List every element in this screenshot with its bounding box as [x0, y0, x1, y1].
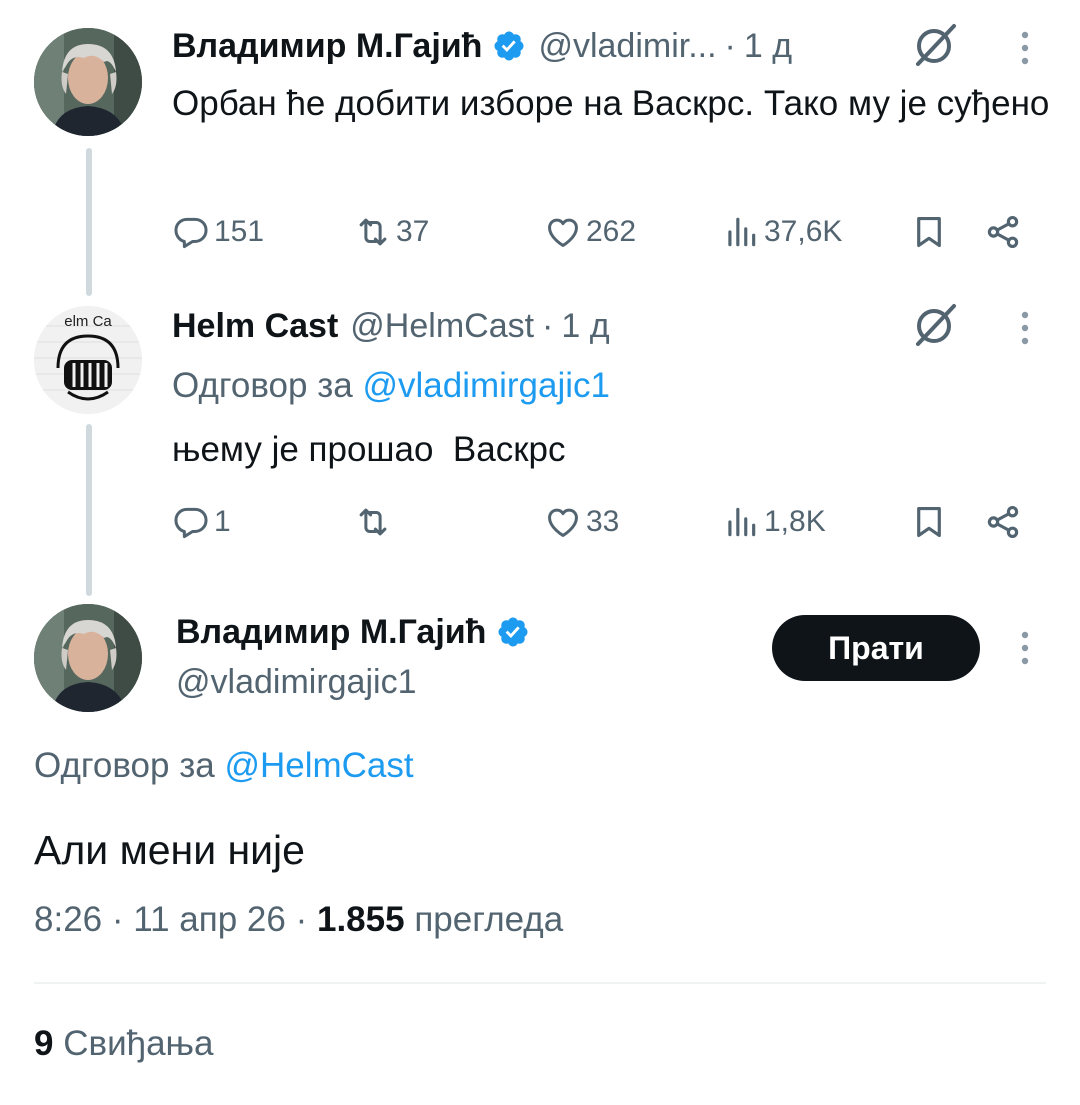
more-options-icon[interactable] — [1018, 308, 1032, 348]
reply-mention-link[interactable]: @HelmCast — [224, 746, 413, 785]
author-name[interactable]: Helm Cast — [172, 307, 338, 346]
author-handle[interactable]: @vladimirgajic1 — [176, 663, 416, 702]
author-handle[interactable]: @vladimir... — [538, 27, 716, 66]
repost-icon — [359, 218, 387, 246]
views-chart-icon — [728, 507, 756, 537]
view-count: 1,8K — [764, 505, 826, 538]
views-button[interactable]: 37,6K — [722, 207, 842, 257]
reply-button[interactable]: 1 — [172, 497, 231, 547]
tweet-meta: 8:26 · 11 апр 26 · 1.855 прегледа — [34, 900, 563, 940]
reply-count: 1 — [214, 505, 231, 538]
likes-count: 9 — [34, 1024, 54, 1063]
microphone-logo-icon: elm Ca — [34, 306, 142, 414]
likes-label: Свиђања — [63, 1024, 214, 1063]
author-name[interactable]: Владимир М.Гајић — [172, 27, 482, 66]
main-tweet-header: Владимир М.Гајић — [176, 610, 530, 654]
tweet-date[interactable]: 11 апр 26 — [133, 900, 286, 939]
reply-icon — [174, 507, 208, 539]
grok-icon[interactable] — [910, 300, 960, 350]
avatar[interactable]: elm Ca — [34, 306, 142, 414]
views-button[interactable]: 1,8K — [722, 497, 826, 547]
view-count: 1.855 — [316, 900, 405, 939]
share-button[interactable] — [984, 497, 1026, 547]
grok-icon[interactable] — [910, 20, 960, 70]
avatar[interactable] — [34, 28, 142, 136]
separator-dot: · — [295, 900, 308, 939]
tweet-time[interactable]: 8:26 — [34, 900, 102, 939]
logo-text: elm Ca — [64, 313, 112, 330]
verified-badge-icon — [494, 31, 524, 61]
separator-dot: · — [111, 900, 124, 939]
share-icon — [987, 506, 1019, 538]
more-options-icon[interactable] — [1018, 628, 1032, 668]
tweet2-header: Helm Cast @HelmCast · 1 д — [172, 304, 610, 348]
share-icon — [987, 216, 1019, 248]
tweet-text: Орбан ће добити изборе на Васкрс. Тако м… — [172, 84, 1050, 123]
tweet1-header: Владимир М.Гајић @vladimir... · 1 д — [172, 24, 792, 68]
tweet-actions: 151 37 262 37,6K — [172, 207, 1036, 257]
avatar[interactable] — [34, 604, 142, 712]
reply-count: 151 — [214, 215, 265, 248]
repost-count: 37 — [396, 215, 430, 248]
person-avatar-icon — [34, 28, 142, 136]
like-count: 33 — [586, 505, 620, 538]
repost-button[interactable] — [354, 497, 396, 547]
views-chart-icon — [728, 217, 756, 247]
tweet-actions: 1 33 1,8K — [172, 497, 1036, 547]
main-tweet-handle-row: @vladimirgajic1 — [164, 660, 416, 704]
bookmark-button[interactable] — [910, 207, 952, 257]
tweet-text: њему је прошао Васкрс — [172, 430, 566, 469]
more-options-icon[interactable] — [1018, 28, 1032, 68]
reply-context: Одговор за @HelmCast — [34, 746, 414, 786]
person-avatar-icon — [34, 604, 142, 712]
reply-context: Одговор за @vladimirgajic1 — [172, 366, 610, 406]
likes-summary[interactable]: 9 Свиђања — [34, 1024, 213, 1064]
repost-button[interactable]: 37 — [354, 207, 429, 257]
divider — [34, 982, 1046, 984]
main-tweet-text: Али мени није — [34, 827, 305, 873]
bookmark-button[interactable] — [910, 497, 952, 547]
verified-badge-icon — [498, 617, 528, 647]
tweet-time[interactable]: 1 д — [561, 307, 609, 346]
heart-icon — [548, 508, 578, 537]
heart-icon — [548, 218, 578, 247]
separator-dot: · — [724, 26, 736, 65]
like-count: 262 — [586, 215, 637, 248]
separator-dot: · — [542, 306, 554, 345]
like-button[interactable]: 262 — [544, 207, 636, 257]
reply-prefix: Одговор за — [34, 746, 215, 785]
reply-prefix: Одговор за — [172, 366, 353, 405]
author-name[interactable]: Владимир М.Гајић — [176, 613, 486, 652]
view-count: 37,6K — [764, 215, 843, 248]
reply-icon — [174, 217, 208, 249]
bookmark-icon — [917, 216, 941, 248]
reply-mention-link[interactable]: @vladimirgajic1 — [362, 366, 610, 405]
share-button[interactable] — [984, 207, 1026, 257]
thread-line-2 — [86, 424, 92, 596]
follow-button[interactable]: Прати — [772, 615, 980, 681]
views-label: прегледа — [414, 900, 564, 939]
reply-button[interactable]: 151 — [172, 207, 264, 257]
bookmark-icon — [917, 506, 941, 538]
thread-line-1 — [86, 148, 92, 296]
repost-icon — [359, 508, 387, 536]
tweet-time[interactable]: 1 д — [744, 27, 792, 66]
author-handle[interactable]: @HelmCast — [350, 307, 534, 346]
like-button[interactable]: 33 — [544, 497, 619, 547]
